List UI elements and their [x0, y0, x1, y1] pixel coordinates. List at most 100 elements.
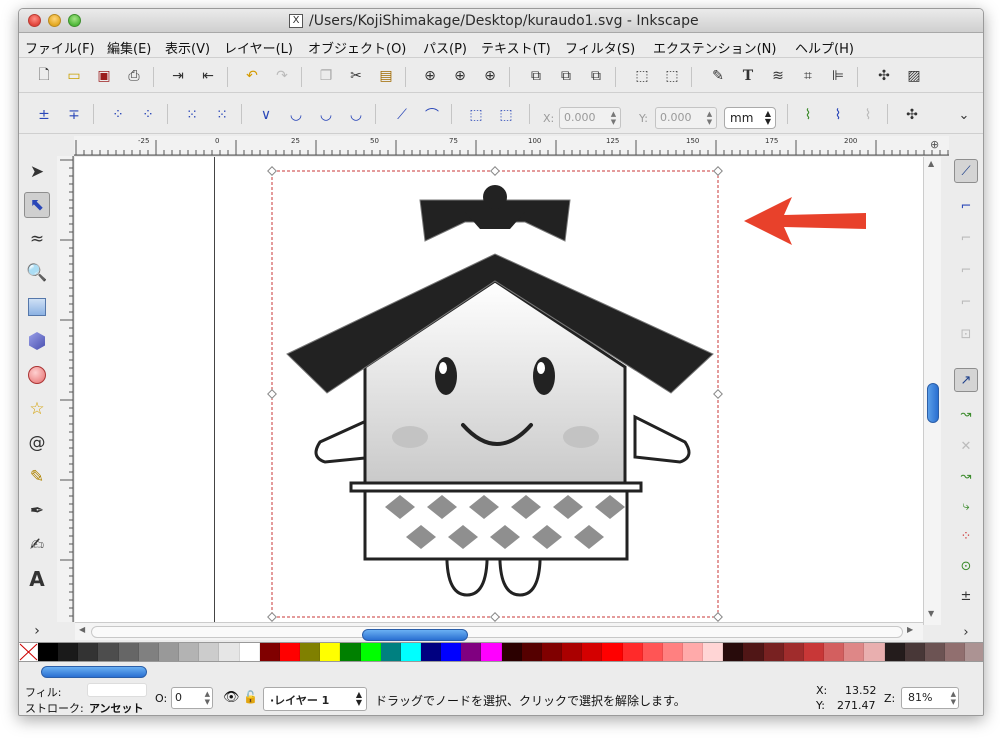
color-swatch[interactable] — [360, 643, 381, 661]
close-window-button[interactable] — [28, 14, 41, 27]
color-swatch[interactable] — [501, 643, 522, 661]
color-swatch[interactable] — [562, 643, 583, 661]
scroll-left-icon[interactable]: ◀ — [79, 625, 85, 634]
preferences-icon[interactable]: ✣ — [873, 65, 895, 87]
undo-icon[interactable]: ↶ — [241, 65, 263, 87]
snap-bbox-center-icon[interactable]: ⊡ — [954, 322, 978, 346]
save-icon[interactable]: ▣ — [93, 65, 115, 87]
snap-path-icon[interactable]: ↝ — [954, 402, 978, 426]
color-swatch[interactable] — [481, 643, 502, 661]
vertical-scroll-thumb[interactable] — [927, 383, 939, 423]
import-icon[interactable]: ⇥ — [167, 65, 189, 87]
segment-curve-icon[interactable]: ⌒ — [421, 104, 443, 126]
color-swatch[interactable] — [743, 643, 764, 661]
scroll-right-icon[interactable]: ▶ — [907, 625, 913, 634]
menu-edit[interactable]: 編集(E) — [107, 38, 151, 57]
visibility-eye-icon[interactable]: 👁 — [223, 690, 240, 705]
color-swatch[interactable] — [239, 643, 260, 661]
color-swatch[interactable] — [824, 643, 845, 661]
snap-center-icon[interactable]: ⊙ — [954, 554, 978, 578]
color-swatch[interactable] — [98, 643, 119, 661]
expand-snapbar-chevron-icon[interactable]: › — [954, 620, 978, 644]
expand-toolbox-chevron-icon[interactable]: › — [24, 618, 50, 644]
color-swatch[interactable] — [521, 643, 542, 661]
layer-select[interactable]: ·レイヤー 1 ▲ ▼ — [263, 687, 367, 711]
color-swatch[interactable] — [259, 643, 280, 661]
color-swatch[interactable] — [803, 643, 825, 661]
ungroup-icon[interactable]: ⬚ — [661, 65, 683, 87]
color-swatch[interactable] — [461, 643, 482, 661]
segment-line-icon[interactable]: ⟋ — [391, 104, 413, 126]
snap-cusp-icon[interactable]: ↝ — [954, 464, 978, 488]
snap-midpoint-icon[interactable]: ⁘ — [954, 524, 978, 548]
color-swatch[interactable] — [300, 643, 321, 661]
mask-icon[interactable]: ⌇ — [857, 104, 879, 126]
color-swatch[interactable] — [340, 643, 361, 661]
symmetric-node-icon[interactable]: ◡ — [315, 104, 337, 126]
clone-icon[interactable]: ⧉ — [555, 65, 577, 87]
menu-extensions[interactable]: エクステンション(N) — [653, 38, 776, 57]
transform-handles-icon[interactable]: ✣ — [901, 104, 923, 126]
insert-node-icon[interactable]: ± — [33, 104, 55, 126]
zoom-window-button[interactable] — [68, 14, 81, 27]
color-swatch[interactable] — [965, 643, 983, 661]
break-path-icon[interactable]: ⁘ — [137, 104, 159, 126]
circle-icon[interactable] — [24, 362, 50, 388]
document-properties-icon[interactable]: ▨ — [903, 65, 925, 87]
menu-layer[interactable]: レイヤー(L) — [224, 38, 293, 57]
zoom-page-icon[interactable]: ⊕ — [479, 65, 501, 87]
menu-object[interactable]: オブジェクト(O) — [308, 38, 406, 57]
color-swatch[interactable] — [844, 643, 865, 661]
duplicate-icon[interactable]: ⧉ — [525, 65, 547, 87]
snap-bbox-icon[interactable]: ⌐ — [954, 194, 978, 218]
opacity-field[interactable]: 0 ▲ ▼ — [171, 687, 213, 709]
color-swatch[interactable] — [662, 643, 683, 661]
horizontal-scrollbar[interactable]: ◀ ▶ — [75, 622, 923, 641]
scroll-down-icon[interactable]: ▼ — [928, 609, 934, 618]
color-swatch[interactable] — [642, 643, 663, 661]
redo-icon[interactable]: ↷ — [271, 65, 293, 87]
y-spin-arrows-icon[interactable]: ▲ ▼ — [705, 110, 714, 126]
zoom-field[interactable]: 81% ▲ ▼ — [901, 687, 959, 709]
color-swatch[interactable] — [179, 643, 200, 661]
cusp-node-icon[interactable]: ∨ — [255, 104, 277, 126]
color-swatch[interactable] — [78, 643, 99, 661]
menu-file[interactable]: ファイル(F) — [25, 38, 95, 57]
unlink-clone-icon[interactable]: ⧉ — [585, 65, 607, 87]
calligraphy-icon[interactable]: ✍ — [24, 532, 50, 558]
select-arrow-icon[interactable]: ➤ — [24, 159, 50, 185]
snap-nodes-icon[interactable]: ↗ — [954, 368, 978, 392]
paste-icon[interactable]: ▤ — [375, 65, 397, 87]
delete-node-icon[interactable]: ∓ — [63, 104, 85, 126]
star-icon[interactable]: ☆ — [24, 396, 50, 422]
color-swatch[interactable] — [763, 643, 784, 661]
object-to-path-icon[interactable]: ⬚ — [465, 104, 487, 126]
color-swatch[interactable] — [541, 643, 563, 661]
snap-rotation-center-icon[interactable]: ± — [954, 584, 978, 608]
zoom-icon[interactable]: 🔍 — [24, 260, 50, 286]
zoom-corner-icon[interactable]: ⊕ — [930, 138, 939, 151]
join-nodes-icon[interactable]: ⁘ — [107, 104, 129, 126]
align-distribute-icon[interactable]: ⊫ — [827, 65, 849, 87]
color-swatch[interactable] — [400, 643, 421, 661]
more-options-chevron-icon[interactable]: ⌄ — [953, 104, 975, 126]
menu-filters[interactable]: フィルタ(S) — [565, 38, 635, 57]
group-icon[interactable]: ⬚ — [631, 65, 653, 87]
x-coordinate-field[interactable]: 0.000 ▲ ▼ — [559, 107, 621, 129]
zoom-drawing-icon[interactable]: ⊕ — [449, 65, 471, 87]
no-paint-swatch[interactable] — [19, 643, 38, 661]
horizontal-scroll-thumb[interactable] — [362, 629, 468, 641]
x-spin-arrows-icon[interactable]: ▲ ▼ — [609, 110, 618, 126]
palette-scroll-thumb[interactable] — [41, 666, 147, 678]
unit-select[interactable]: mm ▲ ▼ — [724, 107, 776, 129]
tweak-icon[interactable]: ≈ — [24, 226, 50, 252]
scroll-up-icon[interactable]: ▲ — [928, 159, 934, 168]
node-edit-icon[interactable]: ⬉ — [24, 192, 50, 218]
snap-bbox-edge-icon[interactable]: ⌐ — [954, 226, 978, 250]
color-swatch[interactable] — [38, 643, 59, 661]
auto-smooth-node-icon[interactable]: ◡ — [345, 104, 367, 126]
pen-icon[interactable]: ✒ — [24, 498, 50, 524]
join-segment-icon[interactable]: ⁙ — [181, 104, 203, 126]
color-swatch[interactable] — [723, 643, 744, 661]
vertical-scrollbar[interactable]: ▲ ▼ — [923, 157, 941, 625]
